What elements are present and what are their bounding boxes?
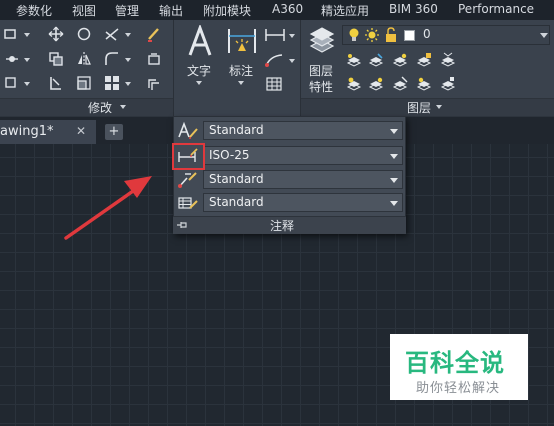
chevron-down-icon[interactable] [125,82,131,86]
table-style-dropdown[interactable]: Standard [203,193,403,212]
chevron-down-icon[interactable] [238,81,244,85]
file-tab-label: awing1* [0,124,54,139]
text-style-value: Standard [209,123,264,137]
menu-output[interactable]: 输出 [159,2,183,19]
layer-tool-icon[interactable] [368,76,384,92]
rotate-icon[interactable] [76,26,92,42]
chevron-down-icon [436,105,442,109]
menu-performance[interactable]: Performance [458,2,534,16]
menu-view[interactable]: 视图 [72,2,96,19]
chevron-down-icon [120,105,126,109]
text-tool-icon[interactable] [186,25,214,57]
text-style-icon [178,121,198,139]
layer-tool-icon[interactable] [346,76,362,92]
layer-panel-title: 图层 [407,101,432,115]
chevron-down-icon[interactable] [125,33,131,37]
sun-icon [365,28,379,42]
lightbulb-icon [349,28,359,41]
move-icon[interactable] [48,26,64,42]
menu-a360[interactable]: A360 [272,2,303,16]
menu-manage[interactable]: 管理 [115,2,139,19]
explode-icon[interactable] [146,51,162,67]
chevron-down-icon[interactable] [125,58,131,62]
modify-panel-title: 修改 [88,101,113,115]
copy-icon[interactable] [4,26,20,42]
table-style-icon [178,197,198,209]
chevron-down-icon[interactable] [24,33,30,37]
layer-tool-icon[interactable] [346,52,362,68]
chevron-down-icon[interactable] [24,58,30,62]
watermark-subtitle: 助你轻松解决 [416,381,501,396]
layer-tool-icon[interactable] [368,52,384,68]
multileader-style-icon [178,172,197,188]
highlight-box [172,143,205,170]
stretch-icon[interactable] [4,75,20,91]
layer-properties-icon[interactable] [308,26,336,56]
chevron-down-icon[interactable] [289,59,295,63]
menu-parametric[interactable]: 参数化 [16,2,52,19]
chevron-down-icon[interactable] [289,34,295,38]
layer-properties-label-2[interactable]: 特性 [309,78,333,95]
menu-bim360[interactable]: BIM 360 [389,2,438,16]
pin-icon[interactable] [176,220,188,230]
layer-tool-icon[interactable] [392,76,408,92]
copy-object-icon[interactable] [48,51,64,67]
chevron-down-icon [390,154,398,159]
text-style-dropdown[interactable]: Standard [203,121,403,140]
table-icon[interactable] [266,76,282,92]
multileader-style-dropdown[interactable]: Standard [203,170,403,189]
mirror-icon[interactable] [4,51,20,67]
menu-bar: 参数化 视图 管理 输出 附加模块 A360 精选应用 BIM 360 Perf… [0,0,554,20]
layer-tool-icon[interactable] [392,52,408,68]
color-swatch-icon [404,30,415,41]
current-layer-name: 0 [423,27,431,41]
stretch-object-icon[interactable] [48,75,64,91]
chevron-down-icon [390,201,398,206]
chevron-down-icon [390,178,398,183]
close-icon[interactable]: ✕ [76,124,86,138]
dimension-style-dropdown[interactable]: ISO-25 [203,146,403,165]
chevron-down-icon[interactable] [24,82,30,86]
offset-icon[interactable] [146,75,162,91]
layer-tool-icon[interactable] [440,76,456,92]
layer-tool-icon[interactable] [416,76,432,92]
mirror-object-icon[interactable] [76,51,92,67]
new-tab-button[interactable]: + [105,124,123,140]
table-style-value: Standard [209,195,264,209]
layer-properties-label[interactable]: 图层 [309,62,333,79]
watermark-title: 百科全说 [405,349,505,377]
fillet-icon[interactable] [104,51,120,67]
menu-featured-apps[interactable]: 精选应用 [321,2,369,19]
leader-icon[interactable] [264,52,286,68]
chevron-down-icon[interactable] [540,33,548,38]
chevron-down-icon[interactable] [196,81,202,85]
multileader-style-value: Standard [209,172,264,186]
dimension-tool-icon[interactable] [226,27,258,55]
trim-icon[interactable] [104,26,120,42]
text-tool-label[interactable]: 文字 [187,62,211,79]
erase-icon[interactable] [146,26,162,42]
lock-icon [386,27,396,42]
chevron-down-icon [390,129,398,134]
array-icon[interactable] [104,75,120,91]
dimension-style-value: ISO-25 [209,148,250,162]
linear-dimension-icon[interactable] [264,27,286,43]
layer-tool-icon[interactable] [416,52,432,68]
menu-addins[interactable]: 附加模块 [203,2,251,19]
modify-panel-titlebar[interactable] [0,98,173,116]
dimension-tool-label[interactable]: 标注 [229,62,253,79]
annotation-panel-title: 注释 [270,219,295,233]
scale-icon[interactable] [76,75,92,91]
ribbon-separator [173,20,174,116]
layer-tool-icon[interactable] [440,52,456,68]
